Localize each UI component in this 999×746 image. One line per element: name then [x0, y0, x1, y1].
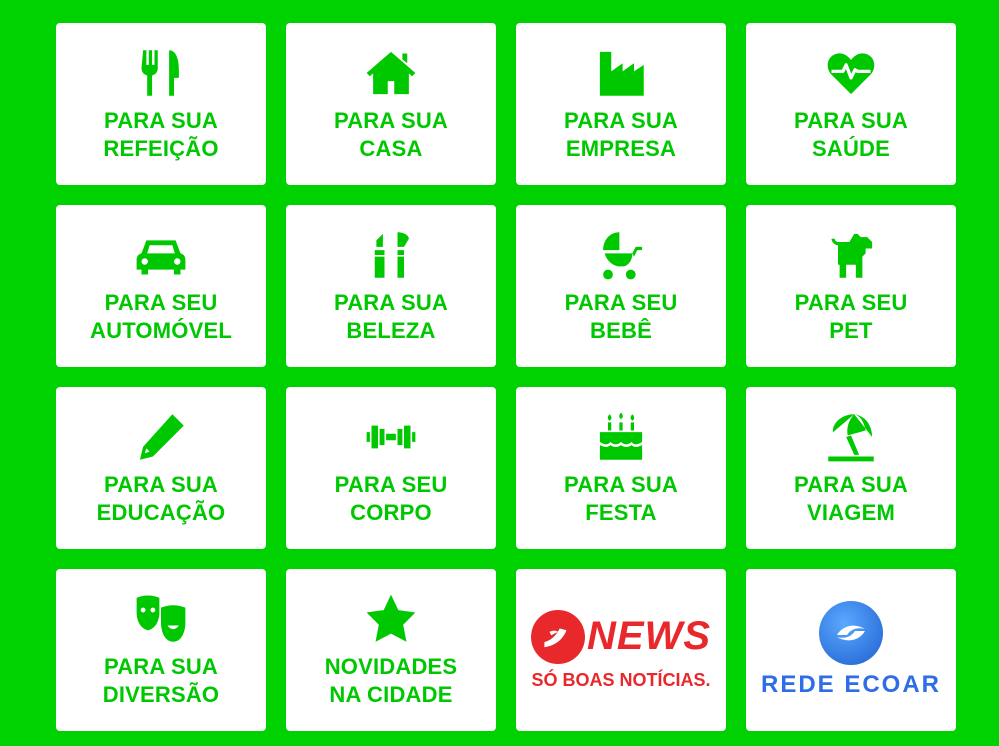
news-logo: NEWS SÓ BOAS NOTÍCIAS.: [531, 609, 711, 691]
tile-label-line1: NOVIDADES: [324, 654, 458, 679]
tile-automovel[interactable]: PARA SEU AUTOMÓVEL: [56, 205, 266, 367]
tile-empresa[interactable]: PARA SUA EMPRESA: [516, 23, 726, 185]
tile-label-line1: PARA SUA: [563, 472, 679, 497]
rede-ecoar-logo: REDE ECOAR: [761, 601, 941, 699]
car-icon: [133, 227, 189, 283]
heartbeat-icon: [823, 45, 879, 101]
tile-label-line2: CASA: [359, 136, 423, 161]
news-brand-text: NEWS: [587, 614, 711, 658]
ecoar-swirl-icon: [819, 601, 883, 665]
tile-label-line2: BELEZA: [346, 318, 436, 343]
tile-festa[interactable]: PARA SUA FESTA: [516, 387, 726, 549]
tile-label-line1: PARA SEU: [564, 290, 678, 315]
tile-label-line2: NA CIDADE: [329, 682, 453, 707]
tile-novidades[interactable]: NOVIDADES NA CIDADE: [286, 569, 496, 731]
theater-masks-icon: [133, 591, 189, 647]
tile-label-line2: DIVERSÃO: [102, 682, 220, 707]
category-grid: PARA SUA REFEIÇÃO PARA SUA CASA PARA SUA…: [56, 23, 956, 731]
tile-viagem[interactable]: PARA SUA VIAGEM: [746, 387, 956, 549]
tile-label-line1: PARA SUA: [103, 108, 219, 133]
tile-label-line1: PARA SUA: [333, 290, 449, 315]
dog-icon: [823, 227, 879, 283]
tile-label-line2: PET: [829, 318, 873, 343]
pencil-icon: [133, 409, 189, 465]
home-icon: [363, 45, 419, 101]
tile-label-line2: FESTA: [585, 500, 657, 525]
tile-bebe[interactable]: PARA SEU BEBÊ: [516, 205, 726, 367]
tile-pet[interactable]: PARA SEU PET: [746, 205, 956, 367]
tile-refeicao[interactable]: PARA SUA REFEIÇÃO: [56, 23, 266, 185]
tile-educacao[interactable]: PARA SUA EDUCAÇÃO: [56, 387, 266, 549]
news-tagline: SÓ BOAS NOTÍCIAS.: [531, 669, 711, 690]
tile-label-line2: BEBÊ: [590, 318, 652, 343]
industry-icon: [593, 45, 649, 101]
tile-label-line1: PARA SUA: [563, 108, 679, 133]
makeup-icon: [363, 227, 419, 283]
utensils-icon: [133, 45, 189, 101]
ecoar-brand-text: REDE ECOAR: [760, 671, 942, 698]
tile-label-line1: PARA SEU: [104, 290, 218, 315]
umbrella-beach-icon: [823, 409, 879, 465]
tile-news[interactable]: NEWS SÓ BOAS NOTÍCIAS.: [516, 569, 726, 731]
tile-label-line1: PARA SUA: [793, 108, 909, 133]
tile-beleza[interactable]: PARA SUA BELEZA: [286, 205, 496, 367]
star-icon: [363, 591, 419, 647]
tile-casa[interactable]: PARA SUA CASA: [286, 23, 496, 185]
tile-label-line1: PARA SUA: [333, 108, 449, 133]
tile-label-line2: SAÚDE: [811, 136, 890, 161]
birthday-cake-icon: [593, 409, 649, 465]
dumbbell-icon: [363, 409, 419, 465]
news-swoosh-icon: [531, 609, 585, 664]
tile-saude[interactable]: PARA SUA SAÚDE: [746, 23, 956, 185]
baby-carriage-icon: [593, 227, 649, 283]
tile-corpo[interactable]: PARA SEU CORPO: [286, 387, 496, 549]
tile-label-line2: VIAGEM: [807, 500, 895, 525]
tile-label-line1: PARA SUA: [103, 472, 219, 497]
tile-diversao[interactable]: PARA SUA DIVERSÃO: [56, 569, 266, 731]
tile-label-line2: CORPO: [350, 500, 432, 525]
tile-label-line1: PARA SEU: [334, 472, 448, 497]
tile-label-line2: EMPRESA: [565, 136, 677, 161]
tile-label-line1: PARA SEU: [794, 290, 908, 315]
tile-label-line1: PARA SUA: [103, 654, 219, 679]
tile-label-line2: EDUCAÇÃO: [96, 500, 226, 525]
tile-rede-ecoar[interactable]: REDE ECOAR: [746, 569, 956, 731]
tile-label-line2: AUTOMÓVEL: [90, 318, 232, 343]
tile-label-line1: PARA SUA: [793, 472, 909, 497]
tile-label-line2: REFEIÇÃO: [103, 136, 219, 161]
